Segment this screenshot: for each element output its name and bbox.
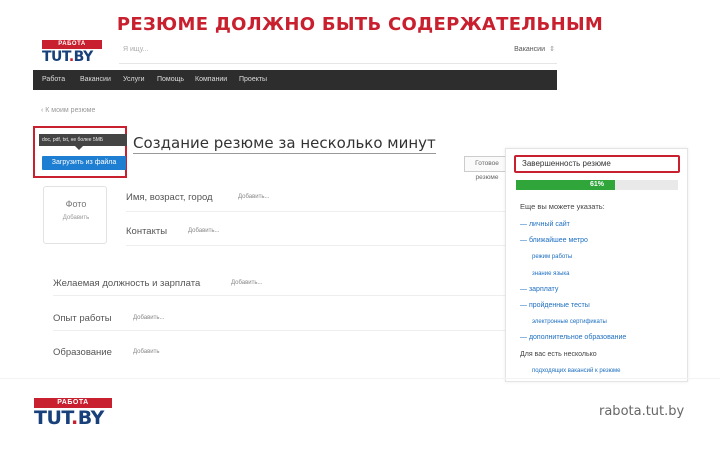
- row-add-link[interactable]: Добавить: [133, 349, 160, 355]
- row-label: Имя, возраст, город: [126, 192, 213, 203]
- ready-resume-button[interactable]: Готовое резюме: [464, 156, 510, 181]
- nav-item-rabota[interactable]: Работа: [42, 76, 65, 83]
- screenshot-area: РАБОТА TUT.BY Я ищу... Вакансии ⇕ Работа…: [33, 38, 557, 378]
- row-education: Образование Добавить: [53, 347, 546, 365]
- nav-item-vacancies[interactable]: Вакансии: [80, 76, 111, 83]
- site-logo[interactable]: РАБОТА TUT.BY: [42, 40, 102, 65]
- suggestion-item[interactable]: — дополнительное образование: [520, 330, 686, 346]
- photo-add-link[interactable]: Добавить: [44, 215, 108, 221]
- suggestion-item: Для вас есть несколько: [520, 350, 597, 358]
- slide-title: РЕЗЮМЕ ДОЛЖНО БЫТЬ СОДЕРЖАТЕЛЬНЫМ: [116, 14, 604, 35]
- footer-logo: РАБОТА TUT.BY: [34, 398, 112, 428]
- photo-label: Фото: [65, 199, 87, 209]
- nav-item-services[interactable]: Услуги: [123, 76, 145, 83]
- row-label: Опыт работы: [53, 313, 112, 324]
- row-add-link[interactable]: Добавить...: [188, 228, 220, 234]
- select-arrows-icon: ⇕: [549, 46, 555, 53]
- completeness-progress-bar: 61%: [516, 180, 678, 190]
- search-category-select[interactable]: Вакансии: [514, 46, 545, 53]
- page-title: Создание резюме за несколько минут: [133, 134, 436, 154]
- row-label: Контакты: [126, 226, 168, 237]
- suggestion-item[interactable]: — ближайшее метро: [520, 233, 686, 249]
- logo-bottom-text: TUT.BY: [42, 49, 102, 65]
- main-nav: Работа Вакансии Услуги Помощь Компании П…: [33, 70, 557, 90]
- resume-completeness-panel: Завершенность резюме 61% Еще вы можете у…: [505, 148, 688, 382]
- progress-label: 61%: [589, 181, 604, 188]
- upload-from-file-button[interactable]: Загрузить из файла: [42, 156, 126, 170]
- nav-item-projects[interactable]: Проекты: [239, 76, 267, 83]
- suggestion-item[interactable]: электронные сертификаты: [520, 314, 686, 330]
- row-contacts: Контакты Добавить...: [126, 226, 546, 246]
- tooltip-arrow: [75, 146, 83, 150]
- footer-url: rabota.tut.by: [599, 404, 685, 419]
- suggestion-item[interactable]: — зарплату: [520, 282, 686, 298]
- nav-item-companies[interactable]: Компании: [195, 76, 227, 83]
- row-work-experience: Опыт работы Добавить...: [53, 313, 546, 331]
- suggestion-list: — личный сайт — ближайшее метро режим рабо…: [520, 217, 686, 379]
- suggestion-item[interactable]: режим работы: [520, 249, 686, 265]
- nav-item-help[interactable]: Помощь: [157, 76, 184, 83]
- suggestion-item[interactable]: — пройденные тесты: [520, 298, 686, 314]
- can-add-heading: Еще вы можете указать:: [520, 202, 605, 211]
- suggestion-item[interactable]: подходящих вакансий к резюме: [520, 363, 686, 379]
- completeness-title: Завершенность резюме: [514, 155, 680, 173]
- divider: [0, 378, 720, 379]
- row-name-age-city: Имя, возраст, город Добавить...: [126, 192, 546, 212]
- logo-bottom-text: TUT.BY: [34, 408, 112, 428]
- search-bar[interactable]: Я ищу... Вакансии ⇕: [119, 40, 557, 64]
- back-to-resumes-link[interactable]: ‹ К моим резюме: [41, 107, 95, 114]
- suggestion-item[interactable]: — личный сайт: [520, 217, 686, 233]
- file-format-tooltip: doc, pdf, txt, не более 5МБ: [39, 134, 127, 146]
- upload-highlight: doc, pdf, txt, не более 5МБ Загрузить из…: [33, 126, 127, 178]
- row-add-link[interactable]: Добавить...: [133, 315, 165, 321]
- photo-upload-box[interactable]: Фото Добавить: [43, 186, 107, 244]
- search-input[interactable]: Я ищу...: [123, 46, 148, 53]
- row-add-link[interactable]: Добавить...: [238, 194, 270, 200]
- logo-top-text: РАБОТА: [42, 40, 102, 49]
- slide: РЕЗЮМЕ ДОЛЖНО БЫТЬ СОДЕРЖАТЕЛЬНЫМ РАБОТА…: [0, 0, 720, 450]
- row-label: Образование: [53, 347, 112, 358]
- row-label: Желаемая должность и зарплата: [53, 278, 201, 289]
- row-desired-position: Желаемая должность и зарплата Добавить..…: [53, 278, 546, 296]
- row-add-link[interactable]: Добавить...: [231, 280, 263, 286]
- suggestion-item[interactable]: знание языка: [520, 266, 686, 282]
